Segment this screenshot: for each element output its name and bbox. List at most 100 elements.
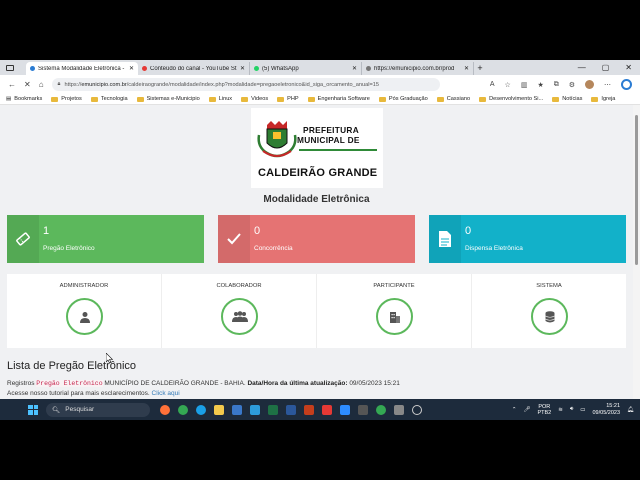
system-clock[interactable]: 15:21 09/05/2023 (592, 403, 620, 417)
registry-tag: Pregão Eletrônico (36, 380, 103, 387)
database-icon[interactable] (531, 298, 568, 335)
card-dispensa-eletronica[interactable]: 0 Dispensa Eletrônica (429, 215, 626, 263)
zoom-icon[interactable] (340, 404, 350, 415)
bookmark-folder[interactable]: Videos (241, 96, 268, 102)
wifi-icon[interactable]: ≋ (558, 407, 563, 413)
tab-sistema-modalidade[interactable]: Sistema Modalidade Eletrônica - ✕ (26, 62, 138, 75)
powerpoint-icon[interactable] (304, 404, 314, 415)
bookmark-item[interactable]: ▤ Bookmarks (6, 96, 42, 102)
microphone-icon[interactable]: 🎤︎ (523, 407, 530, 413)
volume-icon[interactable]: 🔊︎ (570, 406, 573, 413)
collections-icon[interactable]: ⧉ (554, 81, 559, 89)
card-concorrencia[interactable]: 0 Concorrência (218, 215, 415, 263)
lang-line-1: POR (538, 403, 551, 410)
folder-icon (51, 96, 59, 102)
split-screen-icon[interactable]: ▥ (521, 81, 528, 89)
bookmark-label: Desenvolvimento Si... (489, 96, 544, 102)
close-tab-icon[interactable]: ✕ (129, 65, 134, 72)
folder-icon (241, 96, 249, 102)
read-aloud-icon[interactable]: A (490, 81, 495, 88)
maximize-icon[interactable]: ▢ (602, 63, 610, 72)
card-count: 0 (465, 225, 472, 237)
tab-actions[interactable] (0, 60, 26, 75)
bookmark-folder[interactable]: Desenvolvimento Si... (479, 96, 543, 102)
start-menu-icon[interactable] (28, 404, 38, 415)
close-tab-icon[interactable]: ✕ (464, 65, 469, 72)
card-label: Dispensa Eletrônica (465, 245, 523, 252)
role-title: PARTICIPANTE (373, 283, 415, 289)
close-window-icon[interactable]: ✕ (625, 63, 632, 72)
battery-icon[interactable]: ▭ (580, 407, 585, 413)
bookmark-folder[interactable]: Pós Graduação (378, 96, 428, 102)
page-icon (366, 66, 371, 71)
check-icon (218, 215, 250, 263)
word-icon[interactable] (286, 404, 296, 415)
admin-user-icon[interactable] (66, 298, 103, 335)
file-explorer-icon[interactable] (214, 404, 224, 415)
scrollbar-thumb[interactable] (635, 115, 638, 265)
chrome-icon[interactable] (178, 404, 188, 415)
url-host: emunicipio.com.br (81, 81, 127, 88)
tab-title: Sistema Modalidade Eletrônica - (38, 65, 125, 72)
input-language[interactable]: POR PTB2 (537, 404, 551, 416)
notifications-icon[interactable]: 🔔︎ (627, 407, 634, 413)
bookmark-folder[interactable]: Projetos (51, 96, 82, 102)
bookmark-folder[interactable]: Linux (208, 96, 232, 102)
tray-chevron-icon[interactable]: ⌃ (512, 407, 517, 413)
taskbar-search[interactable]: 🔍︎ Pesquisar (46, 402, 150, 417)
tab-youtube-studio[interactable]: Conteúdo do canal - YouTube St ✕ (138, 62, 250, 75)
role-colaborador[interactable]: COLABORADOR (162, 274, 317, 348)
back-icon[interactable]: ← (8, 80, 16, 89)
folder-icon (378, 96, 386, 102)
minimize-icon[interactable]: — (578, 63, 586, 72)
tab-title: Conteúdo do canal - YouTube St (150, 65, 237, 72)
close-tab-icon[interactable]: ✕ (352, 65, 357, 72)
card-label: Concorrência (254, 245, 293, 252)
new-tab-button[interactable]: + (474, 62, 486, 75)
favorite-star-icon[interactable]: ☆ (505, 81, 511, 89)
tutorial-link[interactable]: Click aqui (152, 390, 180, 397)
folder-icon (591, 96, 599, 102)
bookmark-folder[interactable]: PHP (277, 96, 299, 102)
favorites-icon[interactable]: ★ (537, 81, 543, 89)
firefox-icon[interactable] (160, 404, 170, 415)
bookmark-folder[interactable]: Sistemas e-Municipio (136, 96, 200, 102)
page-scrollbar[interactable] (633, 105, 640, 420)
chrome-profile-icon[interactable] (376, 404, 386, 415)
role-sistema[interactable]: SISTEMA (472, 274, 626, 348)
app-icon[interactable] (358, 404, 368, 415)
home-icon[interactable]: ⌂ (39, 80, 44, 89)
more-menu-icon[interactable]: ⋯ (604, 81, 611, 89)
bing-copilot-icon[interactable] (621, 79, 632, 90)
settings-icon[interactable] (394, 404, 404, 415)
bookmark-folder[interactable]: Engenharia Software (307, 96, 370, 102)
bookmark-label: Cassiano (446, 96, 471, 102)
bookmarks-bar: ▤ Bookmarks Projetos Tecnologia Sistemas … (0, 94, 640, 105)
workspaces-icon[interactable] (6, 64, 14, 71)
building-icon[interactable] (376, 298, 413, 335)
recorder-icon[interactable] (322, 404, 332, 415)
tab-emunicipio-prod[interactable]: https://emunicipio.com.br/prod ✕ (362, 62, 474, 75)
bookmark-folder[interactable]: Tecnologia (90, 96, 128, 102)
bookmark-folder[interactable]: Notícias (552, 96, 582, 102)
url-field[interactable]: 🔒︎ https://emunicipio.com.br/caldeiraogr… (51, 78, 440, 91)
bookmark-folder[interactable]: Cassiano (436, 96, 471, 102)
excel-icon[interactable] (268, 404, 278, 415)
obs-icon[interactable] (412, 404, 422, 415)
tab-whatsapp[interactable]: (5) WhatsApp ✕ (250, 62, 362, 75)
vscode-icon[interactable] (232, 404, 242, 415)
profile-avatar[interactable] (585, 80, 594, 89)
municipality-name: CALDEIRÃO GRANDE (258, 167, 378, 179)
card-pregao-eletronico[interactable]: 1 Pregão Eletrônico (7, 215, 204, 263)
logo-line-2: MUNICIPAL DE (297, 135, 360, 145)
logo-line-1: PREFEITURA (303, 125, 360, 135)
extensions-icon[interactable]: ⚙ (569, 81, 575, 89)
terminal-icon[interactable] (250, 404, 260, 415)
bookmark-folder[interactable]: Igreja (591, 96, 615, 102)
team-icon[interactable] (221, 298, 258, 335)
role-participante[interactable]: PARTICIPANTE (317, 274, 472, 348)
role-administrador[interactable]: ADMINISTRADOR (7, 274, 162, 348)
close-tab-icon[interactable]: ✕ (240, 65, 245, 72)
edge-icon[interactable] (196, 404, 206, 415)
stop-loading-icon[interactable]: ✕ (24, 80, 31, 89)
